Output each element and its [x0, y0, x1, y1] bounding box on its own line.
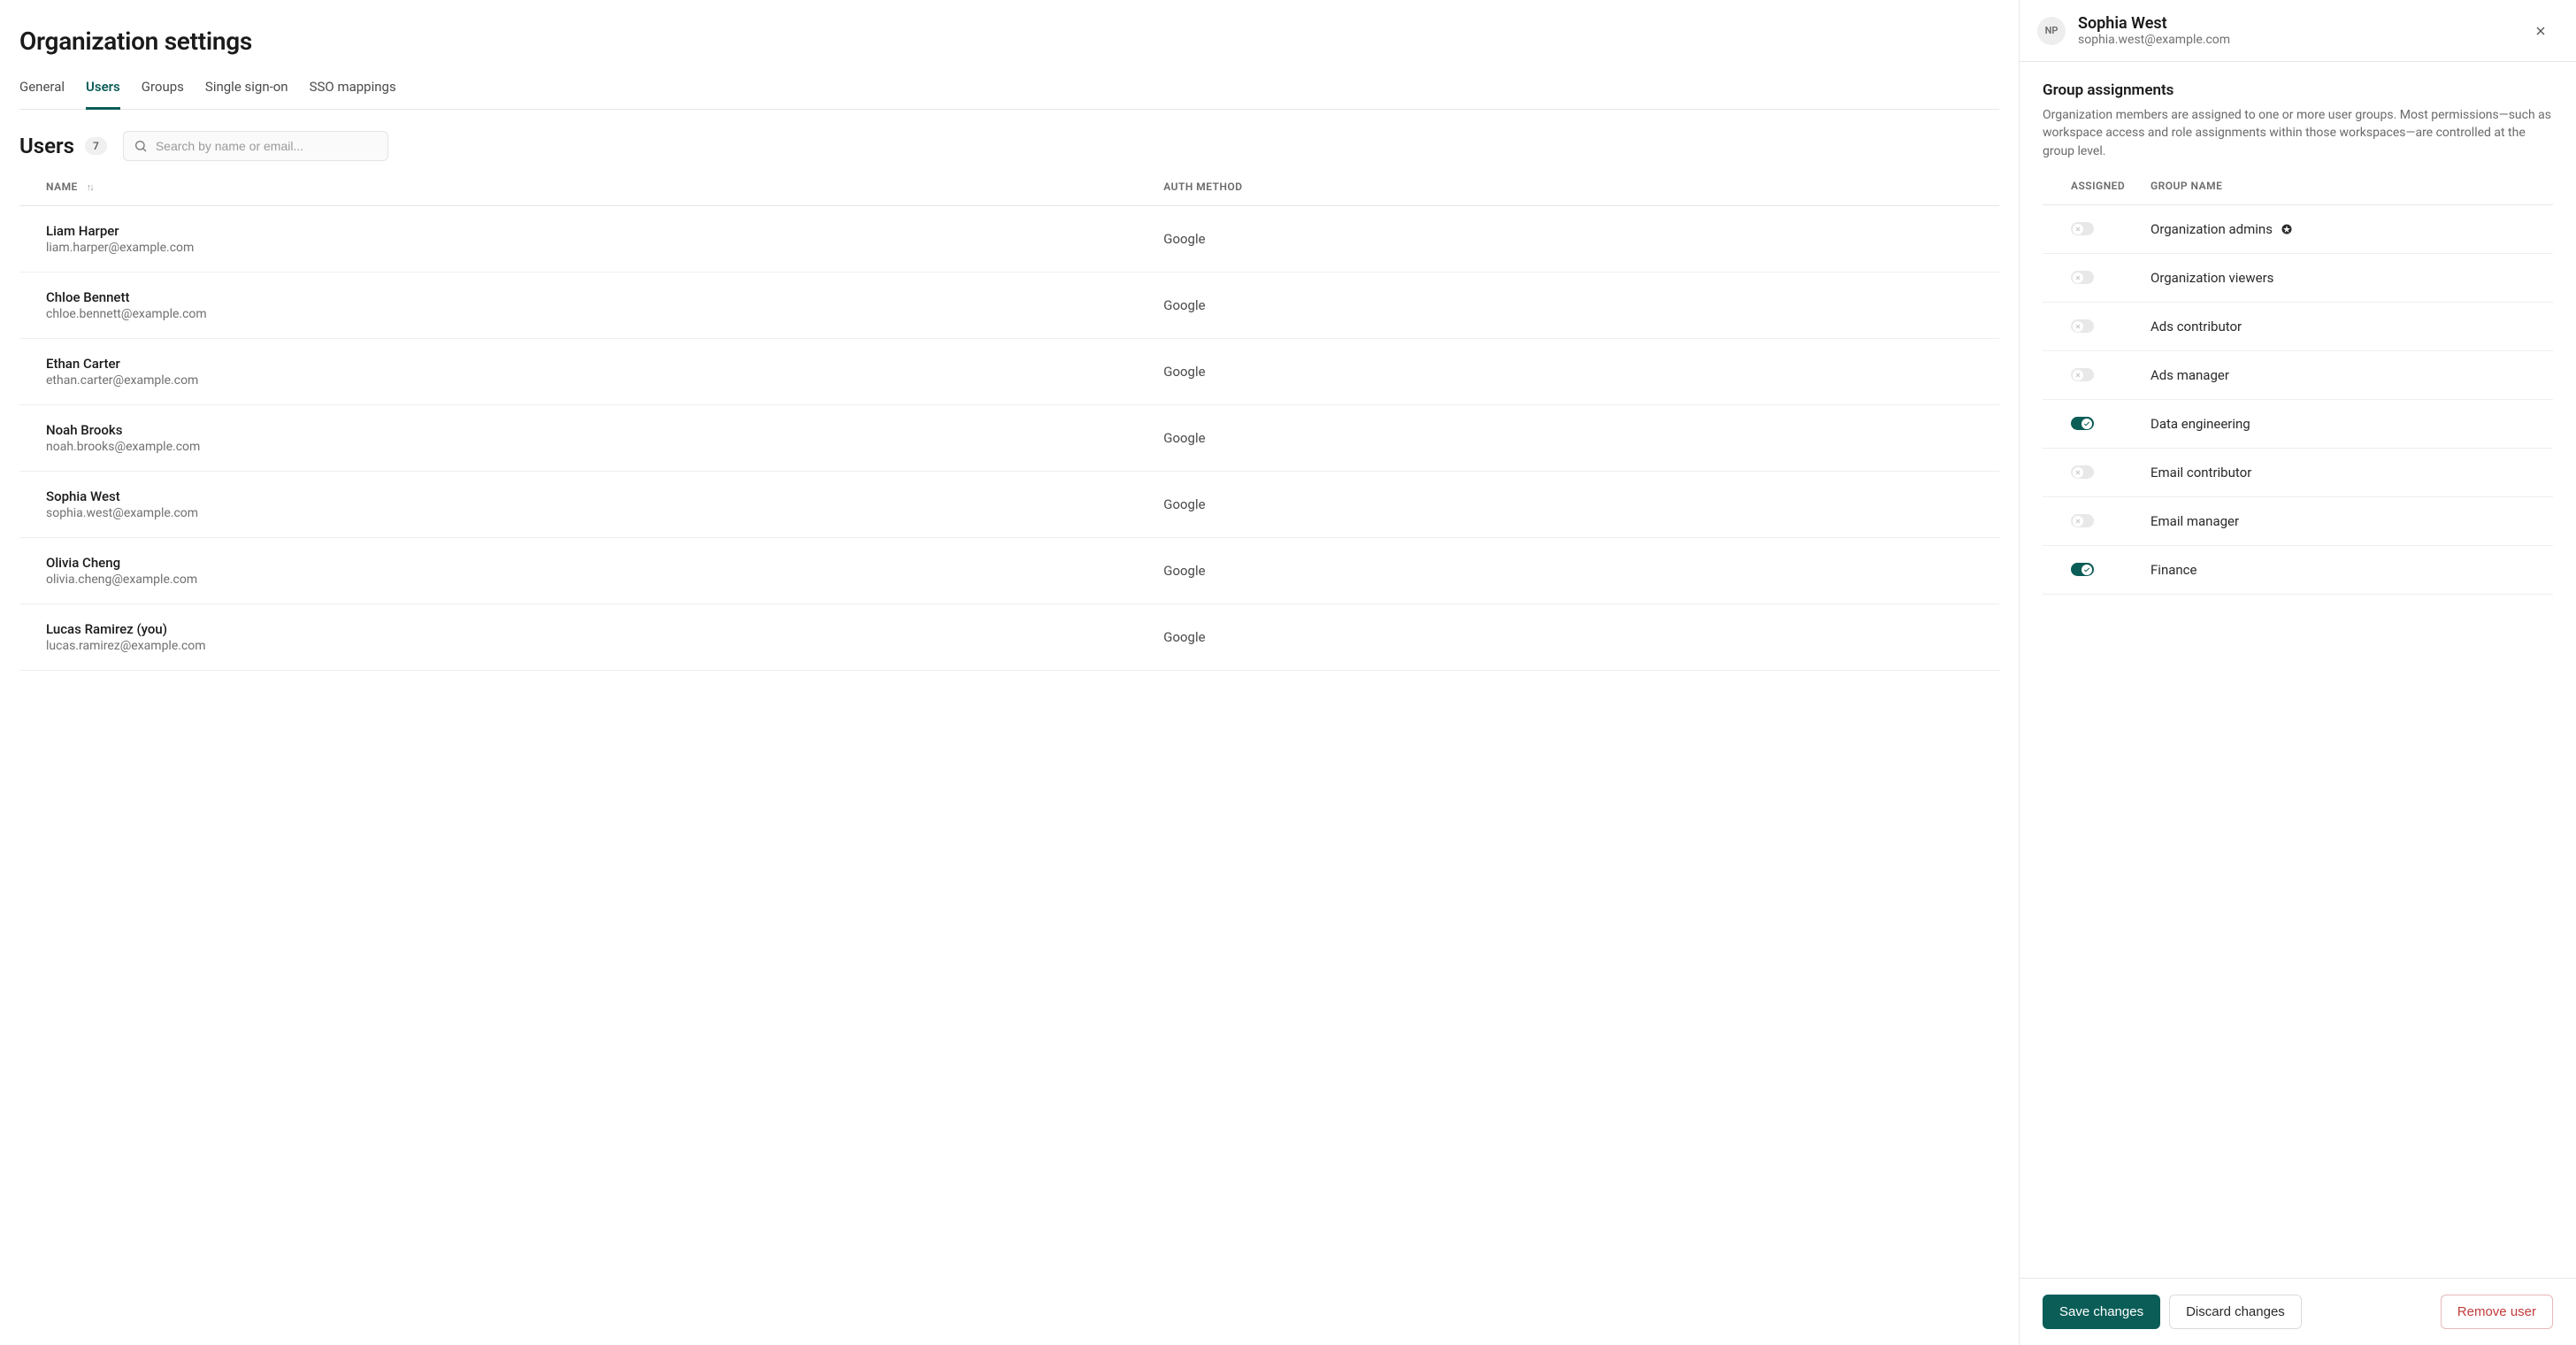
assigned-toggle[interactable] [2071, 271, 2094, 284]
panel-header: NP Sophia West sophia.west@example.com [2020, 0, 2576, 62]
group-name: Email contributor [2150, 465, 2553, 480]
users-count-badge: 7 [85, 137, 107, 155]
tab-groups[interactable]: Groups [142, 79, 184, 110]
settings-tabs: General Users Groups Single sign-on SSO mapp… [19, 79, 1999, 110]
tab-users[interactable]: Users [86, 79, 120, 110]
group-name: Finance [2150, 562, 2553, 578]
user-email: liam.harper@example.com [46, 241, 194, 255]
panel-user-name: Sophia West [2078, 14, 2230, 33]
group-name: Organization admins [2150, 221, 2553, 237]
user-email: ethan.carter@example.com [46, 373, 198, 388]
group-row: Organization admins [2043, 205, 2553, 254]
users-table-body: Liam Harper liam.harper@example.com Google… [19, 206, 1999, 671]
page-title: Organization settings [19, 27, 1999, 56]
discard-button[interactable]: Discard changes [2169, 1295, 2302, 1329]
auth-method: Google [1163, 231, 1973, 247]
group-name: Data engineering [2150, 416, 2553, 432]
auth-method: Google [1163, 629, 1973, 645]
close-icon [2534, 24, 2548, 38]
users-title: Users [19, 134, 74, 158]
sort-icon[interactable]: ↑↓ [87, 181, 93, 193]
assigned-toggle[interactable] [2071, 563, 2094, 576]
gcol-assigned-label: ASSIGNED [2071, 180, 2150, 192]
groups-table-body: Organization admins Organization viewers A… [2043, 205, 2553, 595]
assigned-toggle[interactable] [2071, 514, 2094, 527]
search-wrap [123, 131, 388, 161]
search-input[interactable] [123, 131, 388, 161]
auth-method: Google [1163, 297, 1973, 313]
assigned-toggle[interactable] [2071, 417, 2094, 430]
user-row[interactable]: Ethan Carterethan.carter@example.com Goog… [19, 339, 1999, 405]
users-header: Users 7 [19, 131, 1999, 161]
tab-general[interactable]: General [19, 79, 65, 110]
user-email: sophia.west@example.com [46, 506, 198, 520]
group-row: Organization viewers [2043, 254, 2553, 303]
group-row: Data engineering [2043, 400, 2553, 449]
user-row[interactable]: Sophia West sophia.west@example.com Google [19, 472, 1999, 538]
group-name: Email manager [2150, 513, 2553, 529]
user-email: lucas.ramirez@example.com [46, 639, 206, 653]
remove-button[interactable]: Remove user [2441, 1295, 2553, 1329]
auth-method: Google [1163, 496, 1973, 512]
group-section-title: Group assignments [2043, 81, 2553, 99]
col-name-label[interactable]: NAME [46, 181, 78, 193]
user-name: Ethan Carter [46, 356, 198, 372]
auth-method: Google [1163, 563, 1973, 579]
assigned-toggle[interactable] [2071, 368, 2094, 381]
users-table-head: NAME ↑↓ AUTH METHOD [19, 181, 1999, 206]
user-detail-panel: NP Sophia West sophia.west@example.com G… [2019, 0, 2576, 1345]
save-button[interactable]: Save changes [2043, 1295, 2160, 1329]
user-name: Liam Harper [46, 223, 194, 239]
auth-method: Google [1163, 430, 1973, 446]
gcol-name-label: GROUP NAME [2150, 180, 2553, 192]
tab-single-sign-on[interactable]: Single sign-on [205, 79, 288, 110]
assigned-toggle[interactable] [2071, 465, 2094, 479]
search-icon [134, 139, 148, 153]
user-email: noah.brooks@example.com [46, 440, 200, 454]
panel-body: Group assignments Organization members a… [2020, 62, 2576, 1278]
group-row: Email contributor [2043, 449, 2553, 497]
tab-sso-mappings[interactable]: SSO mappings [310, 79, 396, 110]
col-auth-label[interactable]: AUTH METHOD [1163, 181, 1973, 193]
panel-footer: Save changes Discard changes Remove user [2020, 1278, 2576, 1345]
group-name: Ads manager [2150, 367, 2553, 383]
avatar: NP [2037, 17, 2066, 45]
group-table-head: ASSIGNED GROUP NAME [2043, 180, 2553, 205]
user-email: olivia.cheng@example.com [46, 573, 197, 587]
main-content: Organization settings General Users Groups… [0, 0, 2019, 1345]
assigned-toggle[interactable] [2071, 222, 2094, 235]
user-name: Sophia West [46, 488, 198, 504]
user-row[interactable]: Noah Brooks noah.brooks@example.com Google [19, 405, 1999, 472]
user-row[interactable]: Olivia Cheng olivia.cheng@example.com Goog… [19, 538, 1999, 604]
user-name: Chloe Bennett [46, 289, 207, 305]
group-name: Organization viewers [2150, 270, 2553, 286]
group-row: Ads manager [2043, 351, 2553, 400]
auth-method: Google [1163, 364, 1973, 380]
user-row[interactable]: Liam Harper liam.harper@example.com Google [19, 206, 1999, 273]
close-button[interactable] [2528, 19, 2553, 43]
user-email: chloe.bennett@example.com [46, 307, 207, 321]
star-icon [2281, 224, 2292, 234]
assigned-toggle[interactable] [2071, 319, 2094, 333]
user-row[interactable]: Chloe Bennett chloe.bennett@example.com Go… [19, 273, 1999, 339]
group-row: Finance [2043, 546, 2553, 595]
user-row[interactable]: Lucas Ramirez (you) lucas.ramirez@example… [19, 604, 1999, 671]
user-name: Noah Brooks [46, 422, 200, 438]
group-section-desc: Organization members are assigned to one… [2043, 106, 2553, 160]
group-row: Ads contributor [2043, 303, 2553, 351]
group-name: Ads contributor [2150, 319, 2553, 334]
user-name: Olivia Cheng [46, 555, 197, 571]
group-row: Email manager [2043, 497, 2553, 546]
user-name: Lucas Ramirez (you) [46, 621, 206, 637]
panel-user-email: sophia.west@example.com [2078, 33, 2230, 47]
